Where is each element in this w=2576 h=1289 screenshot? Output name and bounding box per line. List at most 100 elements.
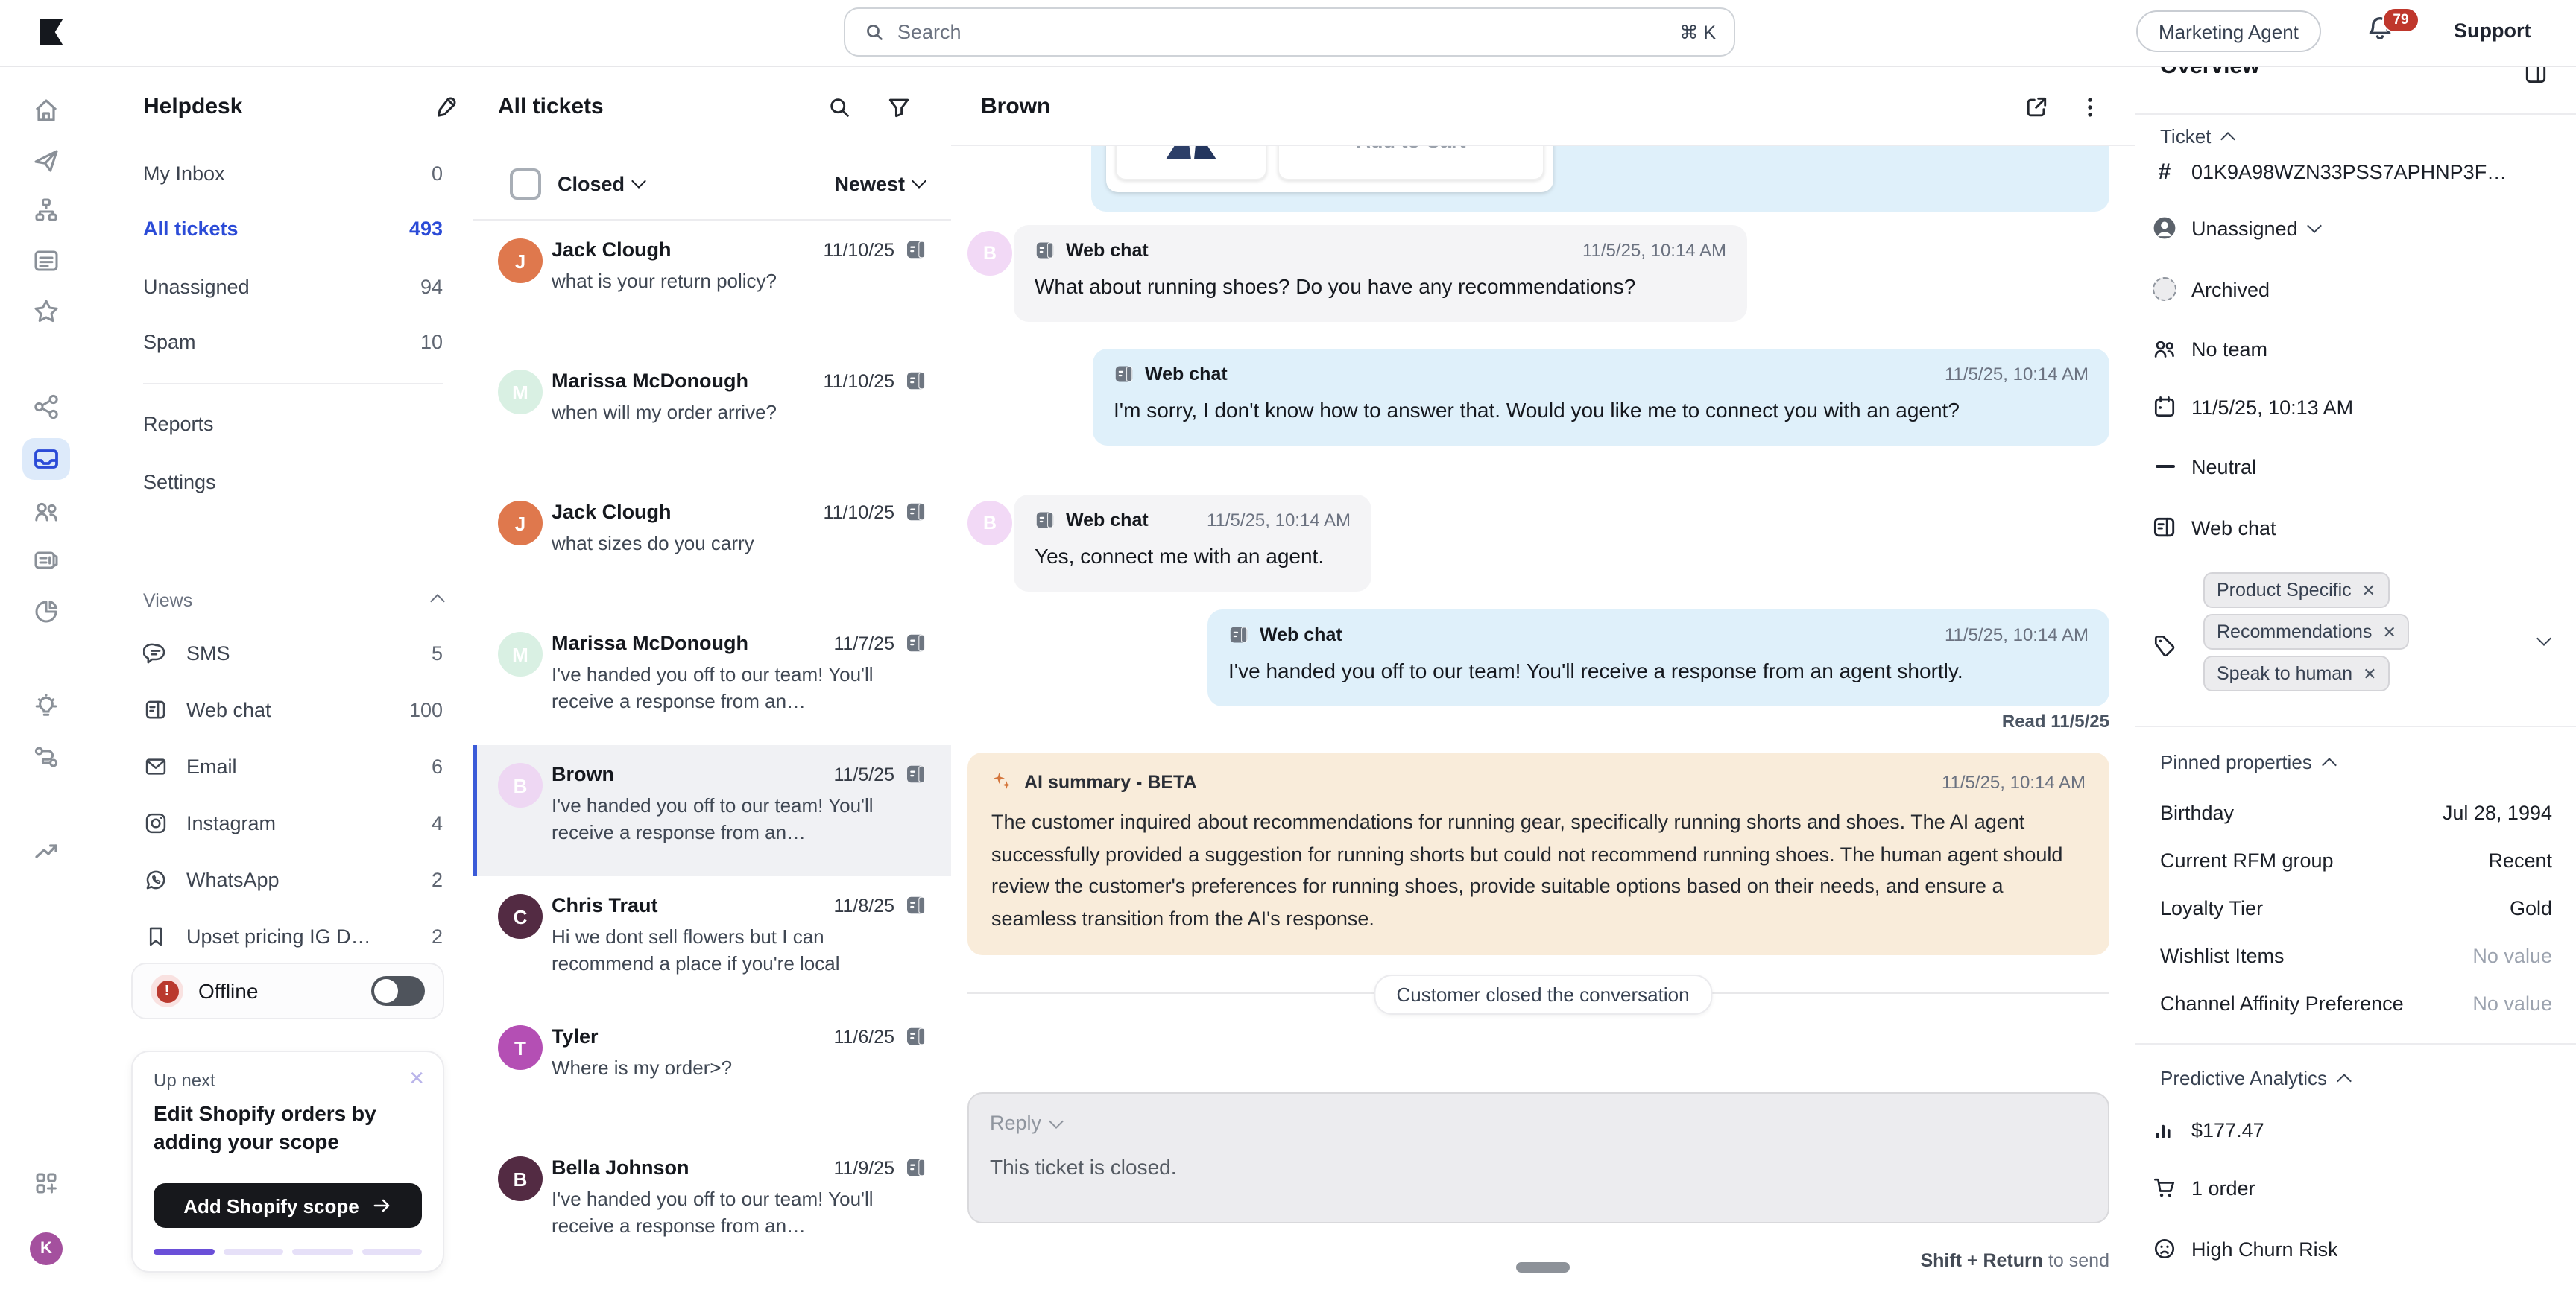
sentiment-row[interactable]: Neutral	[2151, 450, 2256, 483]
ticket-row[interactable]: M Marissa McDonough11/7/25 I've handed y…	[473, 614, 951, 745]
tag-chip[interactable]: Recommendations✕	[2203, 614, 2410, 650]
contacts-icon[interactable]	[31, 496, 61, 526]
ticket-row[interactable]: T Tyler11/6/25 Where is my order>?	[473, 1007, 951, 1138]
trend-up-icon[interactable]	[31, 836, 61, 866]
remove-tag-icon[interactable]: ✕	[2363, 664, 2376, 683]
sidebar-item-settings[interactable]: Settings	[92, 456, 473, 507]
offline-alert-icon: !	[151, 975, 183, 1007]
notifications-button[interactable]: 79	[2364, 13, 2409, 55]
status-filter-dropdown[interactable]: Closed	[558, 172, 644, 194]
support-link[interactable]: Support	[2454, 19, 2531, 42]
ticket-row-selected[interactable]: B Brown11/5/25 I've handed you off to ou…	[473, 745, 951, 876]
select-all-checkbox[interactable]	[510, 168, 541, 199]
search-input[interactable]: Search ⌘ K	[844, 7, 1735, 57]
helpdesk-app: Search ⌘ K Marketing Agent 79 Support K …	[0, 0, 2576, 1289]
assignee-row[interactable]: Unassigned	[2151, 212, 2320, 244]
predictive-analytics-header[interactable]: Predictive Analytics	[2160, 1067, 2349, 1089]
conversation-title: Brown	[981, 94, 1050, 119]
avatar: M	[498, 632, 543, 677]
star-icon[interactable]	[31, 297, 61, 326]
expand-tags-chevron-icon[interactable]	[2536, 631, 2551, 646]
sidebar-view-web-chat[interactable]: Web chat100	[92, 684, 473, 735]
sidebar-view-email[interactable]: Email6	[92, 741, 473, 791]
cart-icon	[2151, 1174, 2178, 1201]
created-date-row[interactable]: 11/5/25, 10:13 AM	[2151, 390, 2353, 423]
remove-tag-icon[interactable]: ✕	[2362, 580, 2375, 600]
sidebar-item-reports[interactable]: Reports	[92, 398, 473, 449]
ticket-id: 01K9A98WZN33PSS7APHNP3F…	[2191, 160, 2504, 183]
chevron-down-icon	[912, 174, 926, 189]
home-icon[interactable]	[31, 95, 61, 125]
sidebar-view-whatsapp[interactable]: WhatsApp2	[92, 854, 473, 905]
lightbulb-icon[interactable]	[31, 691, 61, 721]
message-thread: Add to Cart B Web chat11/5/25, 10:14 AM …	[951, 146, 2135, 1289]
sidebar-item-unassigned[interactable]: Unassigned94	[92, 261, 473, 311]
status-row[interactable]: Archived	[2151, 273, 2270, 305]
org-chart-icon[interactable]	[31, 195, 61, 225]
message-bubble-agent: Web chat11/5/25, 10:14 AM I'm sorry, I d…	[1093, 349, 2109, 445]
filter-icon[interactable]	[886, 94, 912, 121]
workspace-button[interactable]: Marketing Agent	[2136, 10, 2321, 52]
open-external-icon[interactable]	[2023, 94, 2050, 121]
chevron-up-icon	[430, 594, 445, 609]
tag-chip[interactable]: Product Specific✕	[2203, 572, 2389, 608]
add-shopify-scope-button[interactable]: Add Shopify scope	[154, 1183, 422, 1228]
ticket-id-row: # 01K9A98WZN33PSS7APHNP3F…	[2151, 155, 2504, 188]
avatar: B	[967, 231, 1012, 276]
apps-grid-icon[interactable]	[31, 1168, 61, 1198]
order-count-row: 1 order	[2151, 1171, 2255, 1204]
reply-composer[interactable]: Reply This ticket is closed.	[967, 1092, 2109, 1223]
team-icon	[2151, 335, 2178, 362]
ticket-row[interactable]: J Jack Clough11/10/25 what is your retur…	[473, 221, 951, 352]
sidebar-view-instagram[interactable]: Instagram4	[92, 797, 473, 848]
avatar: J	[498, 501, 543, 545]
sidebar-view-sms[interactable]: SMS5	[92, 627, 473, 678]
sort-dropdown[interactable]: Newest	[834, 172, 924, 194]
resize-handle[interactable]	[1516, 1262, 1570, 1273]
overview-panel: Overview Ticket # 01K9A98WZN33PSS7APHNP3…	[2135, 0, 2576, 1289]
ticket-section-header[interactable]: Ticket	[2160, 125, 2233, 148]
news-icon[interactable]	[31, 545, 61, 575]
ticket-row[interactable]: J Jack Clough11/10/25 what sizes do you …	[473, 483, 951, 614]
predicted-spend-row: $177.47	[2151, 1113, 2264, 1146]
pinned-properties-header[interactable]: Pinned properties	[2160, 751, 2334, 773]
arrow-right-icon	[371, 1195, 392, 1216]
brand-logo-icon[interactable]	[37, 18, 66, 46]
search-shortcut: ⌘ K	[1679, 21, 1716, 43]
chevron-down-icon	[2308, 218, 2323, 233]
webchat-icon	[143, 697, 168, 722]
reply-mode-dropdown[interactable]: Reply	[990, 1112, 2087, 1134]
close-icon[interactable]: ✕	[408, 1067, 425, 1091]
document-icon[interactable]	[31, 246, 61, 276]
sidebar-item-spam[interactable]: Spam10	[92, 316, 473, 367]
edit-icon[interactable]	[432, 94, 459, 121]
online-toggle[interactable]	[371, 976, 425, 1006]
views-section-header[interactable]: Views	[143, 590, 443, 611]
sidebar-item-my-inbox[interactable]: My Inbox0	[92, 148, 473, 198]
send-icon[interactable]	[31, 146, 61, 176]
user-avatar[interactable]: K	[30, 1232, 63, 1265]
more-options-icon[interactable]	[2077, 94, 2103, 121]
remove-tag-icon[interactable]: ✕	[2382, 622, 2396, 642]
message-bubble-customer: Web chat11/5/25, 10:14 AM Yes, connect m…	[1014, 495, 1371, 591]
journey-icon[interactable]	[31, 742, 61, 772]
churn-risk-row: High Churn Risk	[2151, 1232, 2338, 1265]
ticket-row[interactable]: B Bella Johnson11/9/25 I've handed you o…	[473, 1138, 951, 1270]
channel-row[interactable]: Web chat	[2151, 511, 2276, 544]
inbox-icon[interactable]	[31, 444, 61, 474]
search-icon[interactable]	[826, 94, 853, 121]
team-row[interactable]: No team	[2151, 332, 2267, 365]
webchat-channel-icon	[1035, 510, 1055, 531]
send-hint: Shift + Return to send	[1920, 1250, 2109, 1271]
pie-chart-icon[interactable]	[31, 596, 61, 626]
sidebar-view-upset-pricing[interactable]: Upset pricing IG D…2	[92, 910, 473, 961]
onboarding-progress	[154, 1249, 422, 1255]
webchat-channel-icon	[905, 894, 927, 916]
tag-chip[interactable]: Speak to human✕	[2203, 656, 2390, 691]
sidebar-item-all-tickets[interactable]: All tickets493	[92, 203, 473, 253]
webchat-channel-icon	[905, 763, 927, 785]
add-to-cart-button[interactable]: Add to Cart	[1278, 146, 1544, 180]
ticket-row[interactable]: C Chris Traut11/8/25 Hi we dont sell flo…	[473, 876, 951, 1007]
ticket-row[interactable]: M Marissa McDonough11/10/25 when will my…	[473, 352, 951, 483]
share-nodes-icon[interactable]	[31, 392, 61, 422]
